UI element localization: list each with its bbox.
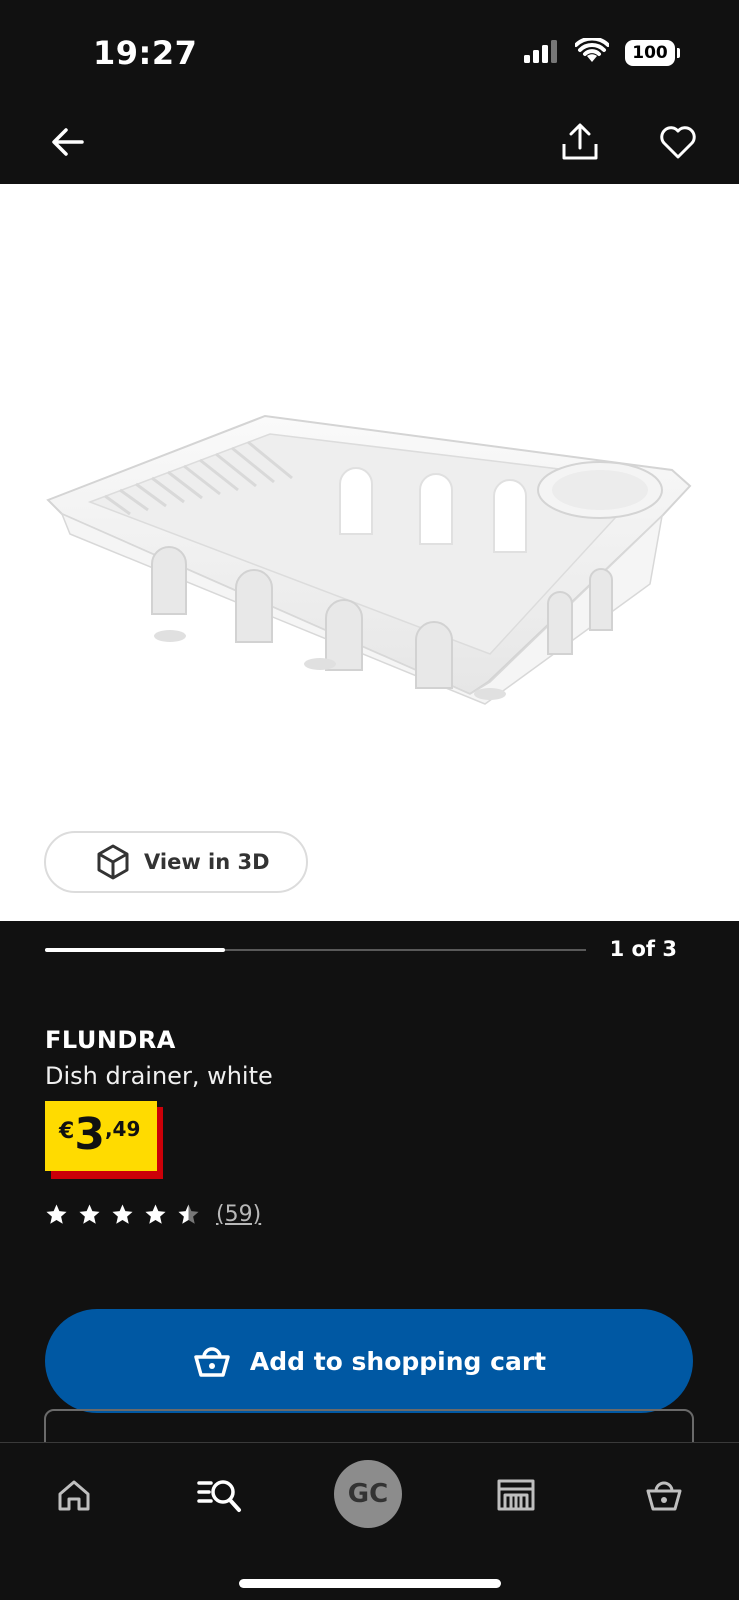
add-to-cart-label: Add to shopping cart bbox=[249, 1346, 547, 1376]
basket-tab-icon bbox=[646, 1481, 682, 1511]
basket-icon bbox=[194, 1347, 230, 1377]
profile-avatar[interactable]: GC bbox=[334, 1460, 402, 1528]
status-time: 19:27 bbox=[93, 34, 198, 72]
product-description: Dish drainer, white bbox=[45, 1062, 273, 1090]
star-icon bbox=[79, 1204, 100, 1224]
status-bar: 19:27 100 bbox=[0, 0, 739, 100]
star-icon bbox=[112, 1204, 133, 1224]
star-icon bbox=[145, 1204, 166, 1224]
image-pager-label: 1 of 3 bbox=[609, 937, 677, 961]
favourite-button[interactable] bbox=[654, 118, 702, 166]
tab-home[interactable] bbox=[44, 1465, 104, 1525]
view-in-3d-label: View in 3D bbox=[144, 850, 270, 874]
star-icon bbox=[46, 1204, 67, 1224]
image-pager-progress bbox=[45, 948, 226, 952]
dish-drainer-image bbox=[46, 414, 692, 705]
price-decimal: ,49 bbox=[104, 1117, 141, 1141]
home-icon bbox=[58, 1480, 90, 1511]
price-integer: 3 bbox=[74, 1109, 105, 1160]
back-arrow-icon bbox=[52, 128, 84, 156]
search-icon bbox=[197, 1480, 241, 1512]
cube-icon bbox=[97, 844, 129, 880]
tab-search[interactable] bbox=[190, 1465, 250, 1525]
signal-icon bbox=[523, 39, 559, 67]
bottom-tab-bar: GC bbox=[0, 1442, 739, 1600]
wifi-icon bbox=[574, 36, 610, 68]
product-rating[interactable]: (59) bbox=[45, 1202, 261, 1227]
add-to-cart-button[interactable]: Add to shopping cart bbox=[45, 1309, 693, 1413]
store-icon bbox=[497, 1479, 535, 1511]
star-icon bbox=[178, 1204, 199, 1224]
image-pager-track bbox=[45, 948, 586, 952]
review-count-link[interactable]: (59) bbox=[216, 1202, 261, 1227]
product-name: FLUNDRA bbox=[45, 1026, 176, 1054]
battery-icon: 100 bbox=[625, 40, 680, 66]
status-icons: 100 bbox=[523, 36, 680, 68]
price-box: € 3 ,49 bbox=[45, 1101, 157, 1171]
tab-basket[interactable] bbox=[634, 1465, 694, 1525]
back-button[interactable] bbox=[44, 118, 92, 166]
price-currency: € bbox=[59, 1119, 75, 1144]
top-nav bbox=[0, 100, 739, 184]
share-button[interactable] bbox=[556, 118, 604, 166]
share-icon bbox=[562, 123, 598, 160]
home-indicator bbox=[239, 1579, 501, 1588]
rating-stars bbox=[45, 1203, 200, 1226]
heart-icon bbox=[660, 126, 696, 159]
view-in-3d-button[interactable]: View in 3D bbox=[44, 831, 308, 893]
price-tag: € 3 ,49 bbox=[45, 1101, 163, 1179]
product-image[interactable]: View in 3D bbox=[0, 184, 739, 921]
tab-store[interactable] bbox=[486, 1465, 546, 1525]
